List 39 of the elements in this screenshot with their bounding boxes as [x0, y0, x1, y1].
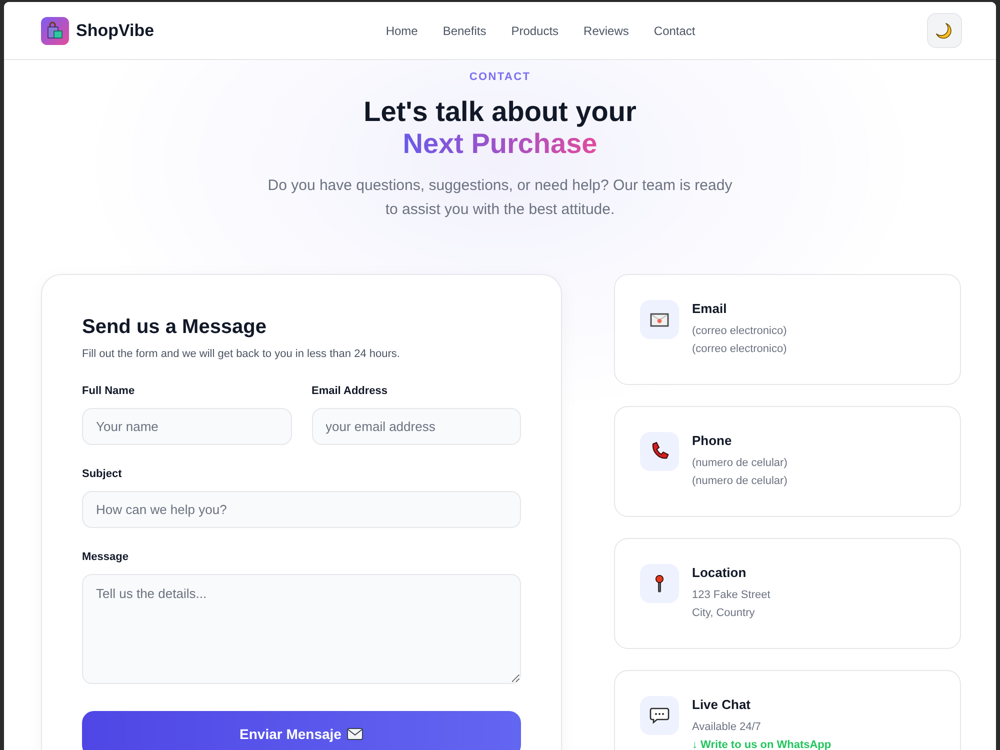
- hero-description: Do you have questions, suggestions, or need help? Our team is ready to assist you with the best attitude.: [266, 176, 734, 220]
- shopping-bag-icon: [41, 16, 69, 44]
- contact-detail: City, Country: [692, 606, 756, 621]
- form-title: Send us a Message: [82, 315, 268, 339]
- nav-link[interactable]: Benefits: [442, 24, 486, 38]
- contact-detail: 123 Fake Street: [692, 588, 770, 603]
- phone-icon: [640, 432, 679, 471]
- input-field[interactable]: Your name: [82, 408, 292, 445]
- input-field[interactable]: How can we help you?: [82, 491, 521, 528]
- hero-heading: Let's talk about your: [364, 96, 636, 128]
- theme-toggle-button[interactable]: [926, 13, 962, 48]
- section-eyebrow: CONTACT: [469, 70, 531, 84]
- pushpin-icon: [640, 564, 679, 603]
- brand-name: ShopVibe: [76, 20, 154, 40]
- contact-method-title: Email: [692, 300, 728, 318]
- envelope-icon: [640, 300, 679, 339]
- contact-detail: (numero de celular): [692, 456, 788, 471]
- form-subtitle: Fill out the form and we will get back to you in less than 24 hours.: [82, 347, 401, 362]
- moon-icon: [935, 22, 954, 40]
- message-field[interactable]: Tell us the details...: [82, 574, 521, 684]
- speech-bubble-icon: [640, 696, 679, 735]
- nav-link[interactable]: Home: [386, 24, 418, 38]
- contact-detail: (correo electronico): [692, 324, 787, 339]
- field-label: Full Name: [82, 384, 136, 398]
- input-field[interactable]: your email address: [312, 408, 521, 445]
- submit-button[interactable]: Enviar Mensaje: [82, 711, 521, 750]
- contact-detail: Available 24/7: [692, 720, 762, 735]
- contact-detail: (numero de celular): [692, 474, 788, 489]
- field-label: Subject: [82, 467, 123, 481]
- nav-link[interactable]: Reviews: [584, 24, 629, 38]
- contact-method-title: Live Chat: [692, 696, 752, 714]
- field-label: Message: [82, 550, 130, 564]
- nav-link[interactable]: Contact: [654, 24, 696, 38]
- contact-method-title: Phone: [692, 432, 733, 450]
- envelope-icon: [347, 728, 364, 740]
- contact-method-title: Location: [692, 564, 748, 582]
- contact-detail: (correo electronico): [692, 342, 787, 357]
- nav-link[interactable]: Products: [511, 24, 559, 38]
- field-label: Email Address: [312, 384, 389, 398]
